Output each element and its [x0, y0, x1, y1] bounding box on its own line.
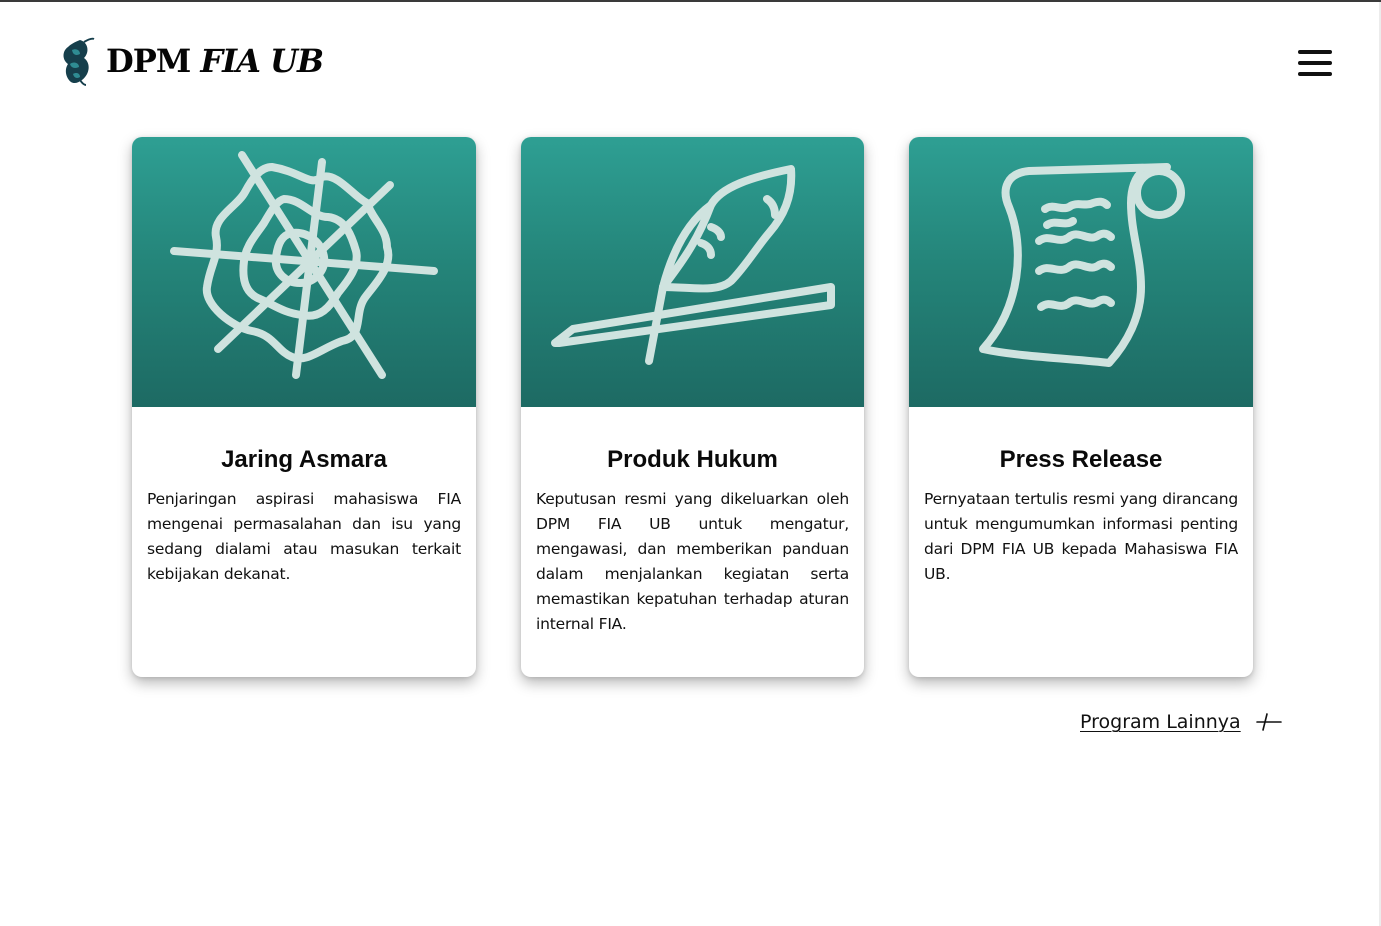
- menu-bar: [1298, 50, 1332, 54]
- peacock-feather-logo-icon: [63, 37, 95, 86]
- card-title: Jaring Asmara: [221, 446, 387, 473]
- card-title: Press Release: [999, 446, 1163, 473]
- quill-pen-icon: [551, 165, 835, 365]
- card-title: Produk Hukum: [607, 446, 778, 473]
- card-image: [909, 137, 1253, 407]
- hamburger-menu-icon[interactable]: [1298, 50, 1332, 76]
- card-description: Keputusan resmi yang dikeluarkan oleh DP…: [536, 490, 849, 633]
- program-lainnya-link[interactable]: Program Lainnya: [1080, 710, 1283, 734]
- site-header: DPM FIA UB: [0, 2, 1381, 112]
- program-lainnya-label: Program Lainnya: [1080, 711, 1241, 733]
- card-image: [521, 137, 864, 407]
- program-card-produk-hukum[interactable]: Produk Hukum Keputusan resmi yang dikelu…: [521, 137, 864, 677]
- brand-italic: FIA UB: [200, 42, 324, 80]
- scroll-document-icon: [979, 163, 1185, 367]
- brand-home-link[interactable]: DPM FIA UB: [58, 36, 324, 86]
- brand-title: DPM FIA UB: [106, 42, 324, 80]
- program-card-press-release[interactable]: Press Release Pernyataan tertulis resmi …: [909, 137, 1253, 677]
- arrow-right-icon: [1255, 713, 1282, 731]
- card-image: [132, 137, 476, 407]
- brand-prefix: DPM: [106, 42, 201, 80]
- card-description: Pernyataan tertulis resmi yang dirancang…: [924, 490, 1238, 583]
- menu-bar: [1298, 61, 1332, 65]
- menu-bar: [1298, 72, 1332, 76]
- program-card-jaring-asmara[interactable]: Jaring Asmara Penjaringan aspirasi mahas…: [132, 137, 476, 677]
- spider-web-icon: [170, 151, 438, 379]
- card-description: Penjaringan aspirasi mahasiswa FIA menge…: [147, 490, 461, 583]
